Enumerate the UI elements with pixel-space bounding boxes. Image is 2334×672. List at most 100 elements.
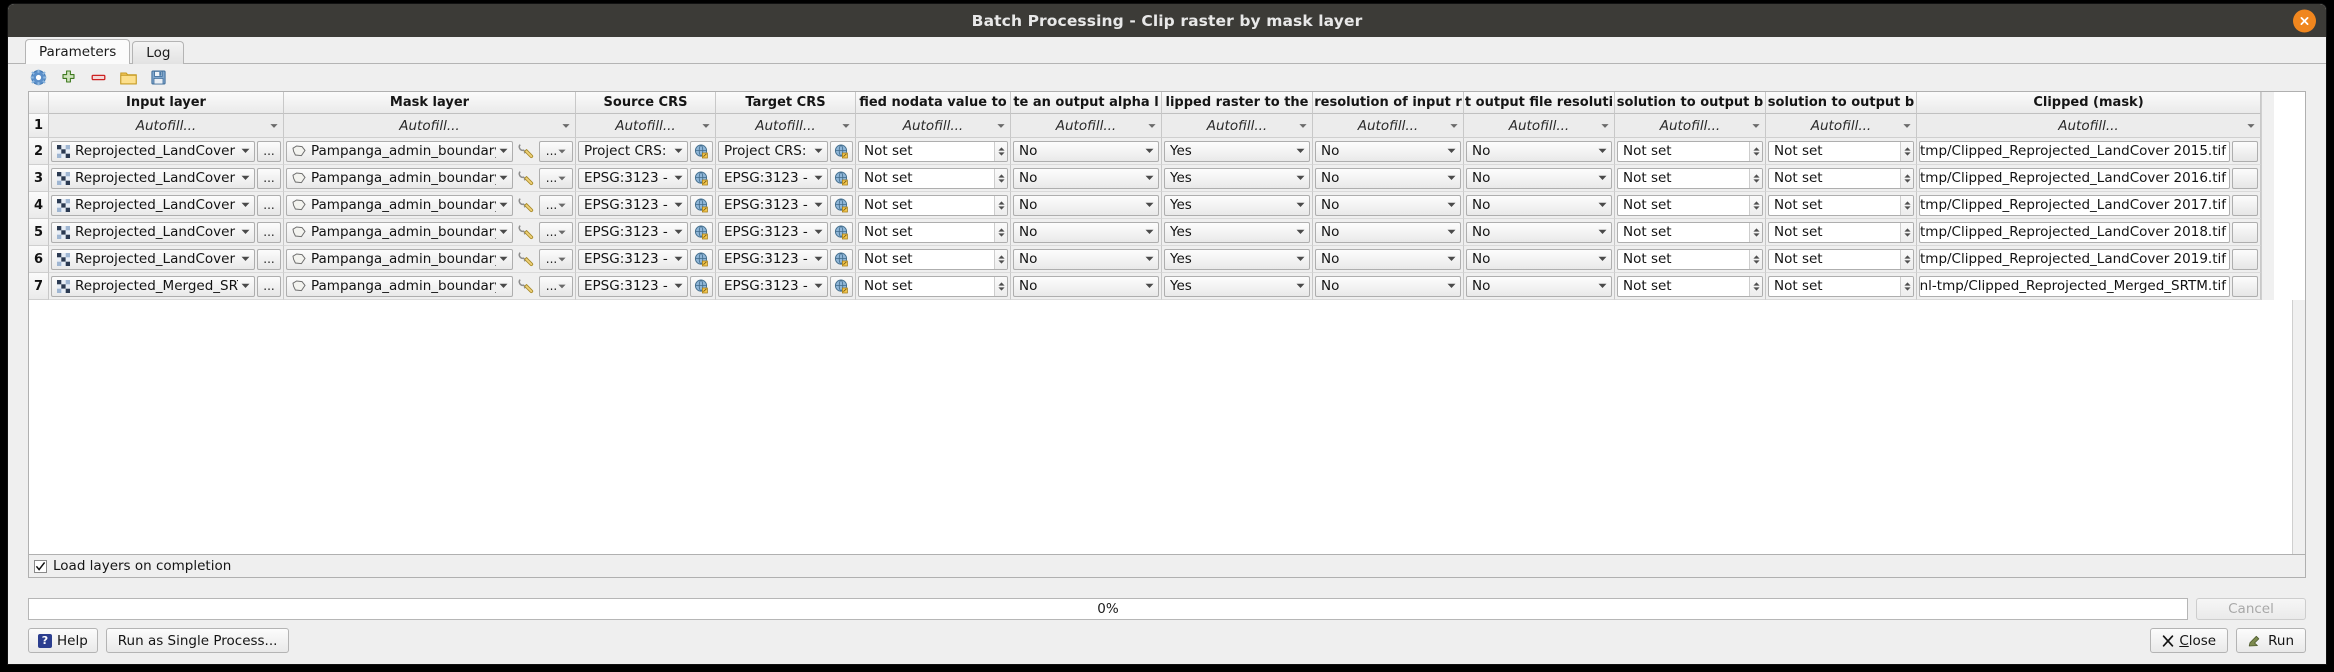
spin-arrows[interactable] xyxy=(1749,141,1762,161)
table-vertical-scrollbar[interactable] xyxy=(2261,138,2274,165)
help-button[interactable]: ? Help xyxy=(28,628,98,653)
crop-to-extent-combo[interactable]: Yes xyxy=(1164,275,1310,297)
spin-arrows[interactable] xyxy=(1749,195,1762,215)
output-path-browse-button[interactable] xyxy=(2232,194,2258,216)
close-window-button[interactable] xyxy=(2293,9,2316,32)
crop-to-extent-combo[interactable]: Yes xyxy=(1164,167,1310,189)
nodata-spinbox[interactable]: Not set xyxy=(858,275,1008,297)
x-resolution-spinbox[interactable]: Not set xyxy=(1617,140,1763,162)
autofill-cell[interactable]: Autofill... xyxy=(1917,114,2261,138)
spin-arrows[interactable] xyxy=(1749,222,1762,242)
select-crs-button[interactable] xyxy=(690,275,713,297)
autofill-cell[interactable]: Autofill... xyxy=(1162,114,1313,138)
crop-to-extent-combo[interactable]: Yes xyxy=(1164,248,1310,270)
y-resolution-spinbox[interactable]: Not set xyxy=(1768,140,1914,162)
add-row-button[interactable] xyxy=(58,67,79,88)
keep-resolution-combo[interactable]: No xyxy=(1315,140,1461,162)
input-layer-combo[interactable]: Reprojected_LandCover 2018 xyxy=(51,221,255,243)
output-path-input[interactable]: tmp/Clipped_Reprojected_LandCover 2019.t… xyxy=(1919,248,2230,270)
column-header[interactable]: t output file resoluti xyxy=(1464,92,1615,114)
column-header[interactable]: Source CRS xyxy=(576,92,716,114)
column-header[interactable]: Target CRS xyxy=(716,92,856,114)
mask-layer-browse-button[interactable]: ... xyxy=(539,167,573,189)
column-header[interactable]: resolution of input r xyxy=(1313,92,1464,114)
select-crs-button[interactable] xyxy=(830,167,853,189)
spin-arrows[interactable] xyxy=(994,276,1007,296)
x-resolution-spinbox[interactable]: Not set xyxy=(1617,194,1763,216)
input-layer-combo[interactable]: Reprojected_LandCover 2016 xyxy=(51,167,255,189)
input-layer-combo[interactable]: Reprojected_LandCover 2015 xyxy=(51,140,255,162)
column-header[interactable]: solution to output b xyxy=(1766,92,1917,114)
output-path-input[interactable]: tmp/Clipped_Reprojected_LandCover 2016.t… xyxy=(1919,167,2230,189)
select-crs-button[interactable] xyxy=(830,221,853,243)
autofill-cell[interactable]: Autofill... xyxy=(576,114,716,138)
spin-arrows[interactable] xyxy=(1749,249,1762,269)
set-resolution-combo[interactable]: No xyxy=(1466,167,1612,189)
table-vertical-scrollbar[interactable] xyxy=(2261,114,2274,138)
set-resolution-combo[interactable]: No xyxy=(1466,275,1612,297)
alpha-band-combo[interactable]: No xyxy=(1013,167,1159,189)
table-vertical-scrollbar[interactable] xyxy=(2292,300,2305,554)
source-crs-combo[interactable]: EPSG:3123 - P xyxy=(578,167,688,189)
target-crs-combo[interactable]: Project CRS: E xyxy=(718,140,828,162)
spin-arrows[interactable] xyxy=(994,168,1007,188)
keep-resolution-combo[interactable]: No xyxy=(1315,167,1461,189)
select-crs-button[interactable] xyxy=(830,248,853,270)
output-path-browse-button[interactable] xyxy=(2232,248,2258,270)
column-header[interactable]: lipped raster to the xyxy=(1162,92,1313,114)
nodata-spinbox[interactable]: Not set xyxy=(858,167,1008,189)
autofill-cell[interactable]: Autofill... xyxy=(856,114,1011,138)
column-header[interactable]: te an output alpha l xyxy=(1011,92,1162,114)
spin-arrows[interactable] xyxy=(994,249,1007,269)
output-path-input[interactable]: tmp/Clipped_Reprojected_LandCover 2018.t… xyxy=(1919,221,2230,243)
column-header[interactable]: Input layer xyxy=(49,92,284,114)
autofill-cell[interactable]: Autofill... xyxy=(1615,114,1766,138)
x-resolution-spinbox[interactable]: Not set xyxy=(1617,248,1763,270)
source-crs-combo[interactable]: EPSG:3123 - P xyxy=(578,275,688,297)
alpha-band-combo[interactable]: No xyxy=(1013,275,1159,297)
column-header[interactable]: fied nodata value to xyxy=(856,92,1011,114)
edit-expression-button[interactable] xyxy=(515,276,537,297)
input-layer-combo[interactable]: Reprojected_LandCover 2019 xyxy=(51,248,255,270)
column-header[interactable]: solution to output b xyxy=(1615,92,1766,114)
set-resolution-combo[interactable]: No xyxy=(1466,248,1612,270)
mask-layer-browse-button[interactable]: ... xyxy=(539,140,573,162)
column-header[interactable]: Clipped (mask) xyxy=(1917,92,2261,114)
spin-arrows[interactable] xyxy=(994,195,1007,215)
x-resolution-spinbox[interactable]: Not set xyxy=(1617,275,1763,297)
run-button[interactable]: Run xyxy=(2236,628,2306,653)
input-layer-combo[interactable]: Reprojected_Merged_SRTM [E xyxy=(51,275,255,297)
nodata-spinbox[interactable]: Not set xyxy=(858,194,1008,216)
autofill-cell[interactable]: Autofill... xyxy=(49,114,284,138)
keep-resolution-combo[interactable]: No xyxy=(1315,248,1461,270)
input-layer-combo[interactable]: Reprojected_LandCover 2017 xyxy=(51,194,255,216)
output-path-input[interactable]: nl-tmp/Clipped_Reprojected_Merged_SRTM.t… xyxy=(1919,275,2230,297)
source-crs-combo[interactable]: EPSG:3123 - P xyxy=(578,248,688,270)
output-path-browse-button[interactable] xyxy=(2232,140,2258,162)
mask-layer-browse-button[interactable]: ... xyxy=(539,248,573,270)
target-crs-combo[interactable]: EPSG:3123 - P xyxy=(718,275,828,297)
x-resolution-spinbox[interactable]: Not set xyxy=(1617,221,1763,243)
y-resolution-spinbox[interactable]: Not set xyxy=(1768,194,1914,216)
table-vertical-scrollbar[interactable] xyxy=(2261,92,2274,114)
autofill-cell[interactable]: Autofill... xyxy=(1011,114,1162,138)
save-batch-button[interactable] xyxy=(148,67,169,88)
output-path-browse-button[interactable] xyxy=(2232,167,2258,189)
source-crs-combo[interactable]: EPSG:3123 - P xyxy=(578,221,688,243)
select-crs-button[interactable] xyxy=(830,275,853,297)
spin-arrows[interactable] xyxy=(1900,195,1913,215)
keep-resolution-combo[interactable]: No xyxy=(1315,275,1461,297)
spin-arrows[interactable] xyxy=(1749,276,1762,296)
spin-arrows[interactable] xyxy=(1749,168,1762,188)
mask-layer-combo[interactable]: Pampanga_admin_boundary xyxy=(286,221,513,243)
select-crs-button[interactable] xyxy=(690,167,713,189)
x-resolution-spinbox[interactable]: Not set xyxy=(1617,167,1763,189)
crop-to-extent-combo[interactable]: Yes xyxy=(1164,194,1310,216)
tab-parameters[interactable]: Parameters xyxy=(25,39,131,64)
crop-to-extent-combo[interactable]: Yes xyxy=(1164,140,1310,162)
output-path-input[interactable]: tmp/Clipped_Reprojected_LandCover 2017.t… xyxy=(1919,194,2230,216)
mask-layer-combo[interactable]: Pampanga_admin_boundary xyxy=(286,167,513,189)
close-button[interactable]: Close xyxy=(2150,628,2229,653)
edit-expression-button[interactable] xyxy=(515,168,537,189)
input-layer-browse-button[interactable]: ... xyxy=(257,140,281,162)
